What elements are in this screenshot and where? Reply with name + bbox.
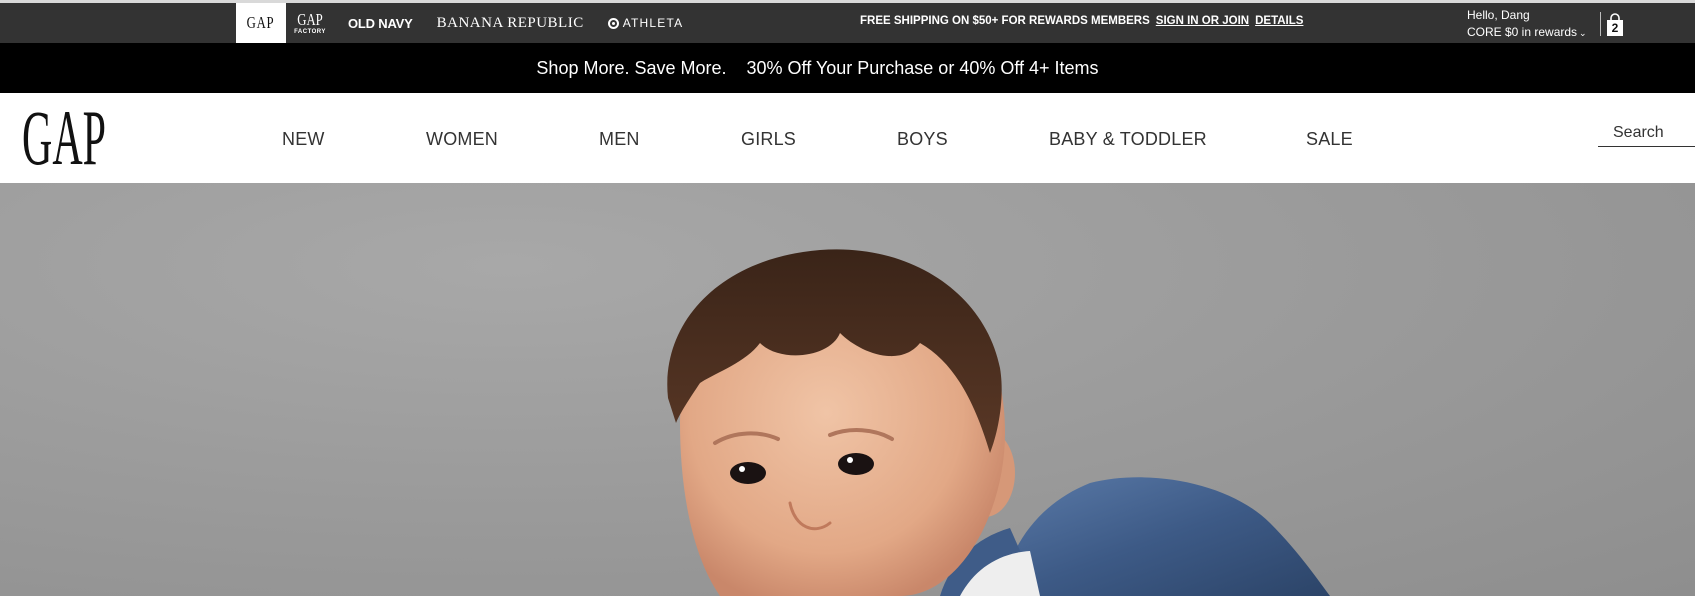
promo-headline: Shop More. Save More. xyxy=(536,57,727,78)
nav-item-baby-toddler[interactable]: BABY & TODDLER xyxy=(1049,129,1207,150)
shipping-text: FREE SHIPPING ON $50+ FOR REWARDS MEMBER… xyxy=(860,15,1150,27)
athleta-logo-icon xyxy=(607,17,619,29)
search-input[interactable] xyxy=(1598,122,1695,144)
account-rewards-row: CORE $0 in rewards ⌄ xyxy=(1467,24,1587,42)
bag-count-badge: 2 xyxy=(1611,21,1619,35)
promo-offer: 30% Off Your Purchase or 40% Off 4+ Item… xyxy=(746,57,1099,78)
nav-item-women[interactable]: WOMEN xyxy=(426,129,498,150)
brand-gap-factory-tab[interactable]: GAP FACTORY xyxy=(286,3,334,43)
promo-banner[interactable]: Shop More. Save More. 30% Off Your Purch… xyxy=(0,43,1695,93)
nav-item-men[interactable]: MEN xyxy=(599,129,640,150)
gap-logo[interactable]: GAP xyxy=(22,94,112,181)
gap-logo-mark: GAP xyxy=(22,94,106,181)
brand-bar: GAP GAP FACTORY OLD NAVY BANANA REPUBLIC… xyxy=(0,0,1695,43)
brand-gap-factory-sublabel: FACTORY xyxy=(294,29,326,35)
account-rewards: CORE $0 in rewards xyxy=(1467,25,1578,39)
brand-old-navy-tab[interactable]: OLD NAVY xyxy=(348,3,413,43)
brand-banana-republic-label: BANANA REPUBLIC xyxy=(436,14,584,31)
sign-in-link[interactable]: SIGN IN OR JOIN xyxy=(1156,15,1249,27)
hero-baby-image xyxy=(667,249,1330,596)
divider xyxy=(1600,12,1601,36)
brand-gap-label: GAP xyxy=(247,13,275,32)
brand-athleta-label: ATHLETA xyxy=(622,16,684,30)
brand-gap-tab[interactable]: GAP xyxy=(236,3,286,43)
chevron-down-icon: ⌄ xyxy=(1579,28,1587,38)
search-box xyxy=(1598,122,1695,147)
brand-gap-factory-label: GAP xyxy=(297,10,323,29)
nav-item-boys[interactable]: BOYS xyxy=(897,129,948,150)
svg-text:GAP: GAP xyxy=(22,102,106,172)
brand-old-navy-label: OLD NAVY xyxy=(348,15,413,31)
shipping-message: FREE SHIPPING ON $50+ FOR REWARDS MEMBER… xyxy=(860,15,1303,27)
details-link[interactable]: DETAILS xyxy=(1255,15,1303,27)
nav-item-new[interactable]: NEW xyxy=(282,129,325,150)
brand-athleta-tab[interactable]: ATHLETA xyxy=(607,3,684,43)
account-menu[interactable]: Hello, Dang CORE $0 in rewards ⌄ xyxy=(1467,7,1587,42)
site-header: GAP NEW WOMEN MEN GIRLS BOYS BABY & TODD… xyxy=(0,93,1695,183)
account-greeting: Hello, Dang xyxy=(1467,8,1530,22)
nav-item-girls[interactable]: GIRLS xyxy=(741,129,796,150)
brand-switcher: GAP GAP FACTORY OLD NAVY BANANA REPUBLIC… xyxy=(236,3,683,43)
hero-banner[interactable] xyxy=(0,183,1695,596)
nav-item-sale[interactable]: SALE xyxy=(1306,129,1353,150)
brand-banana-republic-tab[interactable]: BANANA REPUBLIC xyxy=(437,3,584,43)
shopping-bag-button[interactable]: 2 xyxy=(1606,13,1624,37)
